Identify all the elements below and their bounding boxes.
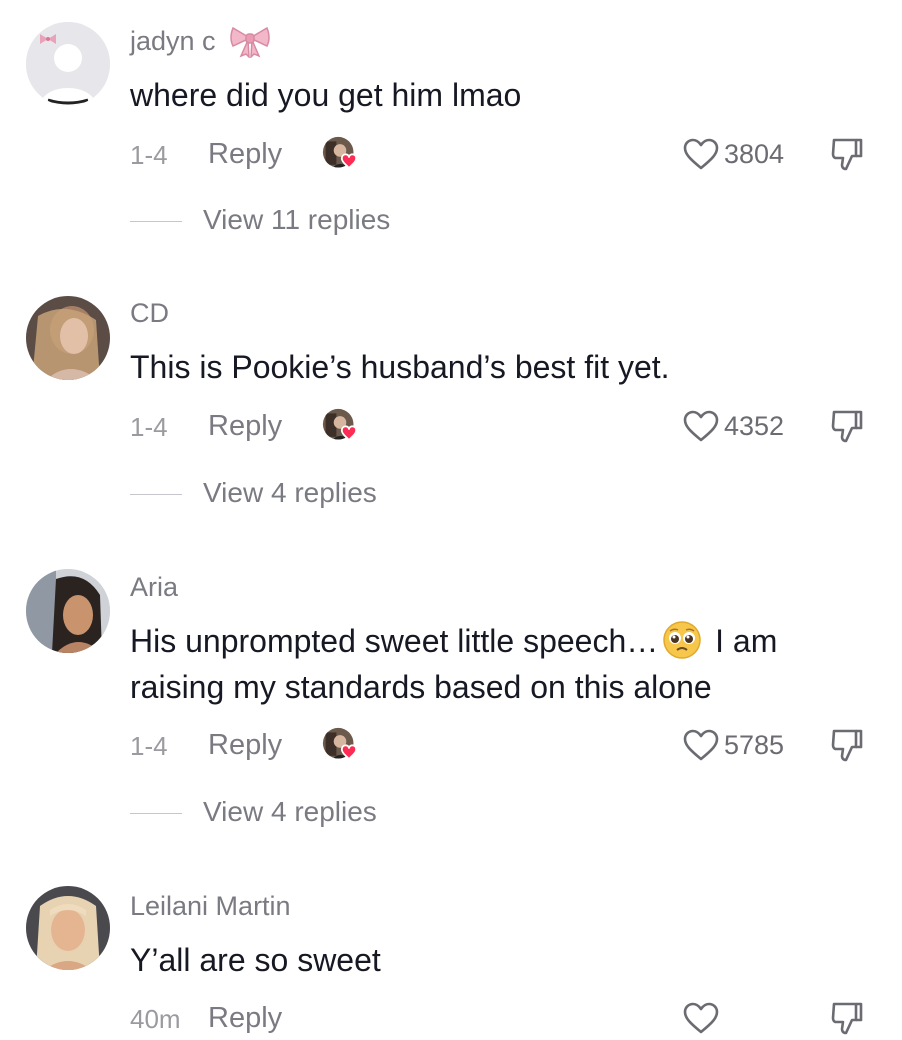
thumbs-down-icon[interactable] (830, 408, 864, 444)
username[interactable]: Leilani Martin (130, 891, 291, 922)
view-replies-label: View 4 replies (203, 477, 377, 508)
comment-text: where did you get him lmao (130, 77, 522, 113)
comment-date: 1-4 (130, 731, 168, 761)
avatar[interactable] (26, 886, 110, 970)
divider-line (130, 813, 182, 814)
thumbs-down-icon[interactable] (830, 727, 864, 763)
divider-line (130, 221, 182, 222)
heart-outline-icon (683, 729, 719, 761)
heart-outline-icon (683, 138, 719, 170)
comment-date: 1-4 (130, 412, 168, 442)
comment-text: Y’all are so sweet (130, 942, 381, 978)
username[interactable]: Aria (130, 572, 178, 603)
reply-button[interactable]: Reply (208, 1002, 282, 1035)
like-button[interactable]: 5785 (682, 727, 784, 763)
username[interactable]: jadyn c (130, 26, 216, 56)
reply-button[interactable]: Reply (208, 138, 282, 171)
username[interactable]: CD (130, 298, 169, 329)
like-button[interactable] (682, 1000, 724, 1036)
like-count: 5785 (724, 729, 785, 760)
like-count: 3804 (724, 138, 785, 169)
comment-actions: 1-4 Reply 4352 (130, 408, 870, 448)
thumbs-down-icon[interactable] (830, 1000, 864, 1036)
comment-actions: 40m Reply (130, 1000, 870, 1040)
like-count: 4352 (724, 410, 785, 441)
reply-button[interactable]: Reply (208, 729, 282, 762)
reply-button[interactable]: Reply (208, 410, 282, 443)
comment-text: This is Pookie’s husband’s best fit yet. (130, 349, 670, 385)
like-button[interactable]: 4352 (682, 408, 784, 444)
comment-date: 1-4 (130, 140, 168, 170)
comment-date: 40m (130, 1004, 181, 1034)
creator-liked-icon (322, 727, 358, 760)
avatar[interactable] (26, 569, 110, 653)
ribbon-emoji-icon (230, 26, 270, 58)
creator-liked-icon (322, 136, 358, 169)
comment-actions: 1-4 Reply 5785 (130, 727, 870, 767)
thumbs-down-icon[interactable] (830, 136, 864, 172)
divider-line (130, 494, 182, 495)
like-button[interactable]: 3804 (682, 136, 784, 172)
heart-outline-icon (683, 410, 719, 442)
comment-text: His unprompted sweet little speech… I am… (130, 618, 870, 710)
avatar[interactable] (26, 296, 110, 380)
view-replies-label: View 11 replies (203, 204, 391, 235)
creator-liked-icon (322, 408, 358, 441)
view-replies-label: View 4 replies (203, 796, 377, 827)
comment-actions: 1-4 Reply 3804 (130, 136, 870, 176)
pleading-face-emoji-icon (663, 621, 701, 659)
avatar[interactable] (26, 22, 110, 106)
heart-outline-icon (683, 1002, 719, 1034)
comment-text-part: His unprompted sweet little speech… (130, 623, 659, 659)
